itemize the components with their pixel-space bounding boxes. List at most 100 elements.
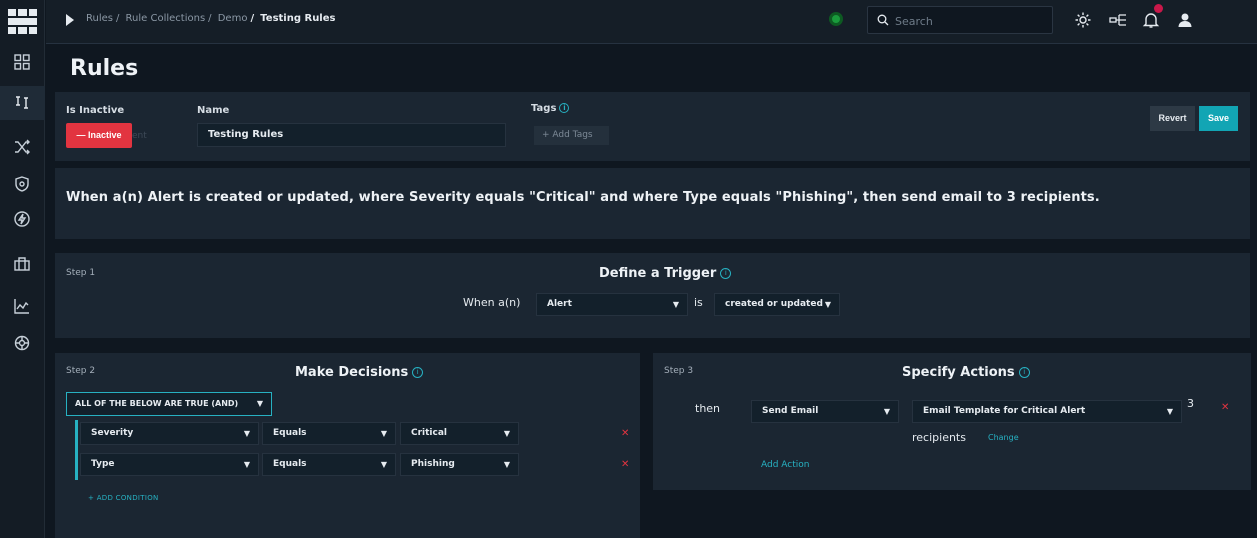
remove-action-icon[interactable]: ✕	[1221, 402, 1229, 413]
email-template-select[interactable]: Email Template for Critical Alert ▼	[912, 400, 1182, 423]
decisions-info-icon[interactable]: i	[412, 367, 424, 378]
step1-label: Step 1	[66, 268, 96, 278]
change-recipients-link[interactable]: Change	[988, 433, 1019, 442]
rule-name-input[interactable]: Testing Rules	[197, 123, 506, 147]
top-bar: Rules / Rule Collections / Demo / Testing R…	[46, 0, 1257, 44]
tags-label: Tags i	[531, 103, 570, 114]
condition-field-value: Severity	[91, 428, 134, 438]
app-logo-icon[interactable]	[8, 9, 37, 34]
rule-header-panel: Is Inactive ent — Inactive Name Testing …	[55, 92, 1250, 161]
step1-trigger-panel: Step 1 Define a Trigger i When a(n) Alert…	[55, 253, 1250, 338]
logic-operator-select[interactable]: ALL OF THE BELOW ARE TRUE (AND) ▼	[66, 392, 272, 416]
trigger-event-select[interactable]: created or updated ▼	[714, 293, 840, 316]
when-label: When a(n)	[463, 296, 521, 309]
logic-operator-value: ALL OF THE BELOW ARE TRUE (AND)	[75, 399, 239, 408]
action-type-select[interactable]: Send Email ▼	[751, 400, 899, 423]
rule-summary-text: When a(n) Alert is created or updated, w…	[66, 190, 1100, 205]
chevron-down-icon: ▼	[824, 300, 831, 309]
actions-title-text: Specify Actions	[902, 365, 1015, 380]
inactive-toggle-button[interactable]: — Inactive	[66, 123, 132, 148]
chevron-down-icon: ▼	[256, 399, 263, 408]
status-ghost-text: ent	[132, 131, 147, 141]
trigger-entity-value: Alert	[547, 299, 572, 309]
trigger-entity-select[interactable]: Alert ▼	[536, 293, 688, 316]
chevron-down-icon: ▼	[883, 407, 890, 416]
gear-icon[interactable]	[1074, 11, 1092, 29]
chevron-down-icon: ▼	[503, 460, 510, 469]
chevron-down-icon: ▼	[1166, 407, 1173, 416]
email-template-value: Email Template for Critical Alert	[923, 406, 1086, 416]
actions-title: Specify Actions i	[902, 365, 1030, 380]
lightning-icon[interactable]	[12, 209, 32, 229]
breadcrumb: Rules / Rule Collections / Demo / Testing R…	[86, 13, 336, 24]
connection-status-indicator	[829, 12, 843, 26]
condition-group-bar	[75, 420, 78, 480]
condition-value-value: Critical	[411, 428, 448, 438]
trigger-event-value: created or updated	[725, 299, 823, 309]
rule-summary-panel: When a(n) Alert is created or updated, w…	[55, 168, 1250, 239]
breadcrumb-demo[interactable]: Demo	[218, 13, 248, 24]
shield-icon[interactable]	[12, 174, 32, 194]
condition-value-select[interactable]: Critical ▼	[400, 422, 519, 445]
breadcrumb-current: Testing Rules	[260, 13, 336, 24]
step2-label: Step 2	[66, 366, 96, 376]
remove-condition-icon[interactable]: ✕	[621, 459, 629, 470]
is-label: is	[694, 296, 703, 309]
add-action-button[interactable]: Add Action	[761, 460, 809, 470]
then-label: then	[695, 402, 721, 415]
condition-value-select[interactable]: Phishing ▼	[400, 453, 519, 476]
bell-icon[interactable]	[1142, 11, 1160, 29]
chevron-down-icon: ▼	[380, 429, 387, 438]
recipients-label: recipients	[912, 431, 966, 444]
briefcase-icon[interactable]	[12, 254, 32, 274]
chevron-down-icon: ▼	[243, 460, 250, 469]
notification-badge	[1154, 4, 1163, 13]
workflow-icon[interactable]	[1109, 11, 1127, 29]
step2-decisions-panel: Step 2 Make Decisions i ALL OF THE BELOW …	[55, 353, 640, 538]
name-label: Name	[197, 105, 230, 116]
decisions-title: Make Decisions i	[295, 365, 424, 380]
condition-field-select[interactable]: Severity ▼	[80, 422, 259, 445]
search-icon	[877, 14, 889, 26]
trigger-title: Define a Trigger i	[599, 266, 732, 281]
chevron-down-icon: ▼	[503, 429, 510, 438]
search-input[interactable]	[895, 12, 1045, 30]
add-condition-button[interactable]: + ADD CONDITION	[88, 494, 159, 502]
left-nav-rail	[0, 0, 45, 538]
page-title: Rules	[70, 56, 139, 81]
chevron-down-icon: ▼	[380, 460, 387, 469]
actions-info-icon[interactable]: i	[1018, 367, 1030, 378]
tags-label-text: Tags	[531, 103, 557, 114]
save-button[interactable]: Save	[1199, 106, 1238, 131]
dashboard-icon[interactable]	[12, 52, 32, 72]
remove-condition-icon[interactable]: ✕	[621, 428, 629, 439]
sidebar-toggle-icon[interactable]	[64, 13, 76, 27]
search-box	[867, 6, 1053, 34]
action-type-value: Send Email	[762, 406, 819, 416]
condition-field-select[interactable]: Type ▼	[80, 453, 259, 476]
condition-field-value: Type	[91, 459, 115, 469]
analytics-chart-icon[interactable]	[12, 296, 32, 316]
trigger-title-text: Define a Trigger	[599, 266, 717, 281]
chevron-down-icon: ▼	[672, 300, 679, 309]
recipient-count: 3	[1187, 397, 1194, 410]
revert-button[interactable]: Revert	[1150, 106, 1195, 131]
decisions-title-text: Make Decisions	[295, 365, 409, 380]
chevron-down-icon: ▼	[243, 429, 250, 438]
shuffle-icon[interactable]	[12, 137, 32, 157]
settings-wheel-icon[interactable]	[12, 333, 32, 353]
condition-operator-select[interactable]: Equals ▼	[262, 453, 396, 476]
condition-operator-value: Equals	[273, 428, 307, 438]
breadcrumb-rules[interactable]: Rules	[86, 13, 113, 24]
status-label: Is Inactive	[66, 105, 125, 116]
user-icon[interactable]	[1176, 11, 1194, 29]
rules-icon[interactable]	[12, 93, 32, 113]
breadcrumb-rule-collections[interactable]: Rule Collections	[126, 13, 206, 24]
condition-operator-select[interactable]: Equals ▼	[262, 422, 396, 445]
condition-operator-value: Equals	[273, 459, 307, 469]
add-tags-input[interactable]: + Add Tags	[534, 126, 609, 145]
tags-info-icon[interactable]: i	[559, 103, 570, 113]
step3-actions-panel: Step 3 Specify Actions i then Send Email ▼…	[653, 353, 1251, 490]
trigger-info-icon[interactable]: i	[720, 268, 732, 279]
step3-label: Step 3	[664, 366, 694, 376]
